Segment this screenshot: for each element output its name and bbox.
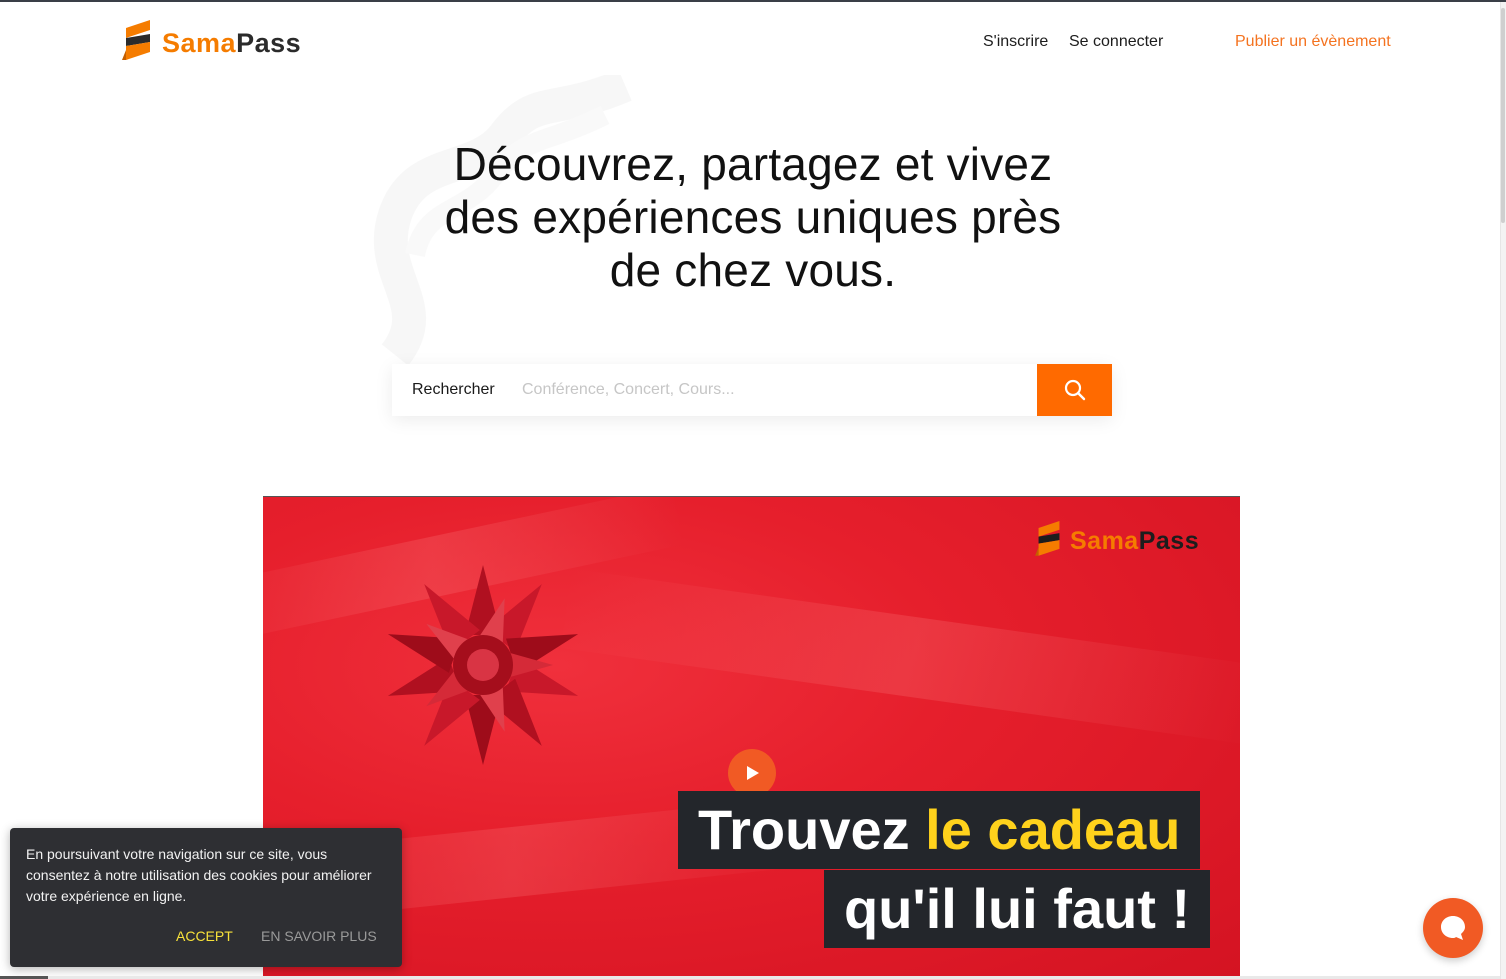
- login-link[interactable]: Se connecter: [1069, 33, 1163, 51]
- chat-bubble-icon: [1441, 916, 1465, 940]
- samapass-logo[interactable]: SamaPass: [120, 20, 301, 66]
- fabric-fold: [560, 568, 1240, 746]
- banner-logo: SamaPass: [1033, 521, 1199, 561]
- samapass-logo-icon: [122, 20, 150, 60]
- scrollbar-thumb[interactable]: [1501, 8, 1505, 223]
- hero-title-line-3: de chez vous.: [609, 244, 897, 296]
- logo-wordmark: SamaPass: [162, 27, 302, 58]
- search-button[interactable]: [1037, 364, 1112, 416]
- hero-title-line-2: des expériences uniques près: [444, 191, 1062, 243]
- cookie-consent-banner: En poursuivant votre navigation sur ce s…: [10, 828, 402, 967]
- search-label: Rechercher: [412, 381, 495, 398]
- site-header: SamaPass S'inscrire Se connecter Publier…: [0, 2, 1500, 82]
- banner-logo-wordmark: SamaPass: [1070, 526, 1200, 555]
- play-icon: [747, 766, 759, 780]
- chat-widget-button[interactable]: [1423, 898, 1483, 958]
- publish-event-link[interactable]: Publier un évènement: [1235, 33, 1391, 51]
- banner-caption-line-1: Trouvez le cadeau: [678, 791, 1201, 869]
- search-bar: Rechercher: [392, 364, 1112, 416]
- caption-highlight: le cadeau: [925, 798, 1181, 861]
- cookie-learn-more-button[interactable]: EN SAVOIR PLUS: [261, 928, 377, 944]
- search-input[interactable]: [522, 370, 1037, 410]
- signup-link[interactable]: S'inscrire: [983, 33, 1048, 51]
- banner-logo-icon: [1035, 521, 1060, 556]
- caption-text: Trouvez: [698, 798, 926, 861]
- hero-title: Découvrez, partagez et vivez des expérie…: [353, 138, 1153, 297]
- promo-video-banner[interactable]: SamaPass Trouvez le cadeau qu'il lui fau…: [263, 496, 1240, 979]
- banner-caption-line-2: qu'il lui faut !: [824, 870, 1211, 948]
- cookie-message: En poursuivant votre navigation sur ce s…: [26, 846, 372, 904]
- search-icon: [1064, 379, 1085, 401]
- gift-bow-image: [387, 565, 579, 765]
- page-scrollbar[interactable]: [1500, 2, 1506, 979]
- play-video-button[interactable]: [728, 749, 776, 797]
- cookie-accept-button[interactable]: ACCEPT: [176, 928, 233, 944]
- hero-title-line-1: Découvrez, partagez et vivez: [453, 138, 1053, 190]
